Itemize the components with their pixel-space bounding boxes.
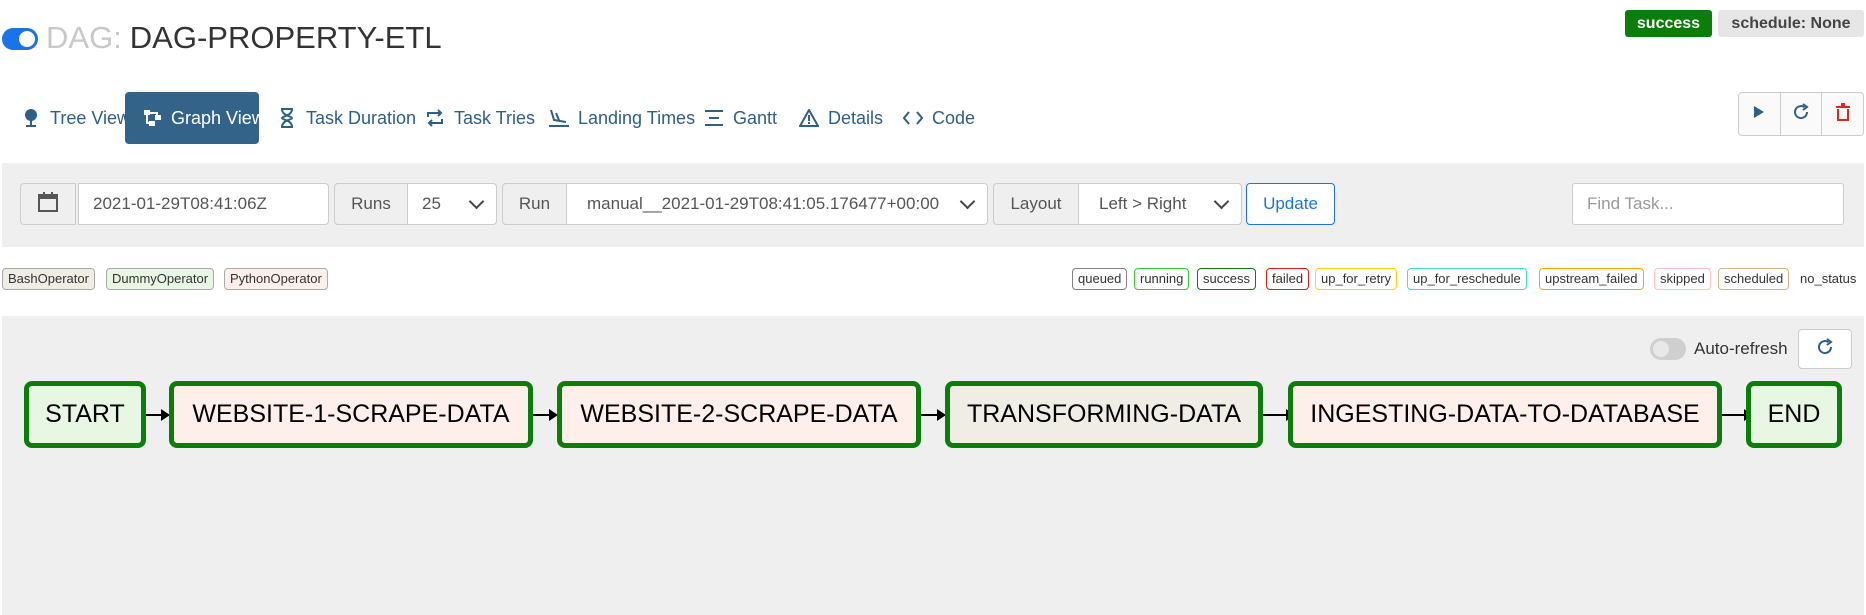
warning-triangle-icon [798, 107, 820, 129]
auto-refresh-label: Auto-refresh [1694, 339, 1788, 358]
layout-select-value: Left > Right [1099, 194, 1187, 213]
legend-python-operator: PythonOperator [224, 268, 328, 290]
graph-icon [143, 107, 163, 129]
legend-state-up-for-reschedule: up_for_reschedule [1407, 268, 1527, 290]
legend-state-running: running [1134, 268, 1190, 290]
layout-label: Layout [993, 183, 1079, 225]
tab-code[interactable]: Code [902, 92, 975, 144]
toggle-knob [19, 31, 35, 47]
graph-edge [1263, 414, 1288, 416]
runs-select[interactable]: 25 [407, 183, 497, 225]
task-node-transforming-data[interactable]: TRANSFORMING-DATA [945, 381, 1263, 448]
task-node-ingesting-data-to-database[interactable]: INGESTING-DATA-TO-DATABASE [1288, 381, 1722, 448]
legend-state-success: success [1197, 268, 1256, 290]
runs-select-value: 25 [422, 194, 441, 213]
legend-state-scheduled: scheduled [1718, 268, 1790, 290]
dag-toggle[interactable] [2, 28, 38, 50]
plane-landing-icon [548, 107, 570, 129]
hourglass-icon [276, 107, 298, 129]
page-title: DAG: DAG-PROPERTY-ETL [46, 18, 442, 58]
run-select-value: manual__2021-01-29T08:41:05.176477+00:00 [587, 194, 940, 213]
play-icon [1753, 105, 1765, 124]
switch-knob [1653, 341, 1669, 357]
tab-task-duration[interactable]: Task Duration [276, 92, 416, 144]
run-select[interactable]: manual__2021-01-29T08:41:05.176477+00:00 [566, 183, 988, 225]
tab-label: Gantt [733, 107, 778, 128]
dag-name: DAG-PROPERTY-ETL [129, 20, 442, 55]
refresh-icon [1816, 337, 1834, 361]
tab-label: Task Tries [454, 107, 536, 128]
tab-label: Landing Times [578, 107, 696, 128]
schedule-badge: schedule: None [1718, 10, 1864, 37]
legend-state-skipped: skipped [1654, 268, 1711, 290]
tab-label: Graph View [171, 107, 265, 128]
code-icon [902, 107, 924, 129]
chevron-down-icon [959, 193, 976, 210]
execution-date-input[interactable]: 2021-01-29T08:41:06Z [78, 183, 329, 225]
legend-state-failed: failed [1266, 268, 1310, 290]
find-task-input[interactable]: Find Task... [1572, 183, 1844, 225]
tab-label: Details [828, 107, 884, 128]
tab-task-tries[interactable]: Task Tries [424, 92, 535, 144]
chevron-down-icon [468, 193, 485, 210]
update-button[interactable]: Update [1246, 183, 1335, 225]
tab-graph-view[interactable]: Graph View [125, 92, 265, 144]
task-node-start[interactable]: START [24, 381, 146, 448]
tab-details[interactable]: Details [798, 92, 883, 144]
task-node-website-2-scrape-data[interactable]: WEBSITE-2-SCRAPE-DATA [557, 381, 921, 448]
runs-label: Runs [334, 183, 408, 225]
auto-refresh-toggle[interactable]: Auto-refresh [1650, 336, 1788, 362]
legend-state-upstream-failed: upstream_failed [1539, 268, 1644, 290]
refresh-dag-button[interactable] [1781, 93, 1823, 135]
legend-state-queued: queued [1072, 268, 1128, 290]
status-badge: success [1625, 10, 1712, 37]
tab-gantt[interactable]: Gantt [703, 92, 777, 144]
delete-dag-button[interactable] [1822, 93, 1863, 135]
task-node-website-1-scrape-data[interactable]: WEBSITE-1-SCRAPE-DATA [169, 381, 533, 448]
tab-landing-times[interactable]: Landing Times [548, 92, 695, 144]
legend-state-no-status: no_status [1800, 271, 1857, 286]
trash-icon [1835, 102, 1851, 126]
layout-select[interactable]: Left > Right [1078, 183, 1242, 225]
tab-label: Task Duration [306, 107, 417, 128]
tab-label: Tree View [50, 107, 131, 128]
dag-actions [1738, 92, 1864, 136]
tab-label: Code [932, 107, 976, 128]
map-pin-icon [20, 107, 42, 129]
legend-state-up-for-retry: up_for_retry [1315, 268, 1398, 290]
calendar-icon [38, 191, 58, 217]
chevron-down-icon [1213, 193, 1230, 210]
graph-edge [1722, 414, 1746, 416]
task-node-end[interactable]: END [1746, 381, 1842, 448]
refresh-icon [1792, 102, 1810, 126]
tab-tree-view[interactable]: Tree View [20, 92, 130, 144]
graph-refresh-button[interactable] [1798, 329, 1852, 369]
dag-graph [2, 316, 1864, 615]
auto-refresh-switch[interactable] [1650, 338, 1686, 360]
calendar-button[interactable] [20, 183, 76, 225]
trigger-button[interactable] [1739, 93, 1781, 135]
gantt-icon [703, 107, 725, 129]
dag-prefix: DAG: [46, 20, 122, 55]
legend-bash-operator: BashOperator [2, 268, 95, 290]
run-label: Run [502, 183, 567, 225]
legend-dummy-operator: DummyOperator [106, 268, 215, 290]
retry-arrows-icon [424, 107, 446, 129]
